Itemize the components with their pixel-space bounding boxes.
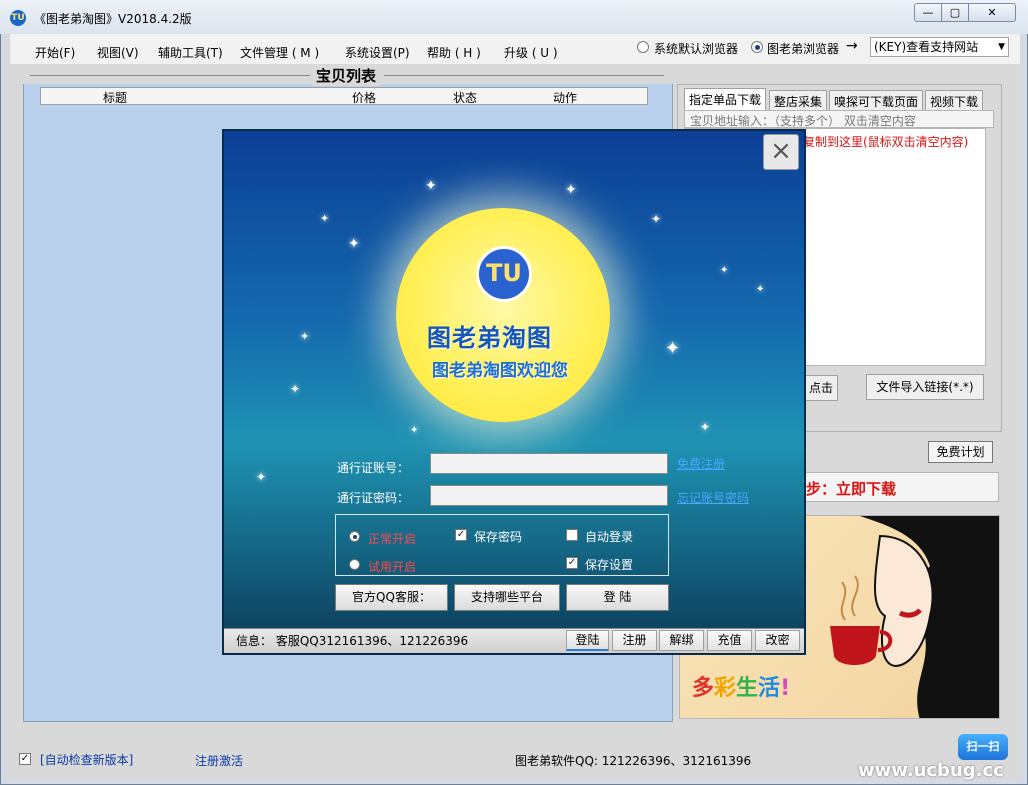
star-icon: ✦ (348, 236, 360, 252)
account-label: 通行证账号： (337, 461, 410, 475)
save-settings-checkbox[interactable]: ✓ (566, 557, 578, 569)
tab-sniff-pages[interactable]: 嗅探可下载页面 (829, 90, 924, 110)
password-input[interactable] (430, 485, 668, 506)
save-password-label: 保存密码 (474, 530, 523, 544)
register-activate-link[interactable]: 注册激活 (195, 752, 243, 769)
star-icon: ✦ (756, 284, 765, 295)
star-icon: ✦ (256, 470, 267, 484)
password-label: 通行证密码： (337, 491, 410, 505)
qq-contact-info: 图老弟软件QQ: 121226396、312161396 (515, 754, 752, 768)
supported-sites-value: (KEY)查看支持网站 (874, 40, 979, 54)
login-button[interactable]: 登 陆 (566, 584, 669, 611)
default-browser-radio[interactable] (637, 41, 649, 53)
auto-login-checkbox[interactable] (566, 529, 578, 541)
account-input[interactable] (430, 453, 668, 474)
forgot-password-link[interactable]: 忘记账号密码 (677, 489, 749, 506)
star-icon: ✦ (320, 212, 330, 225)
menu-settings[interactable]: 系统设置(P) (345, 44, 410, 61)
import-links-button[interactable]: 文件导入链接(*.*) (866, 374, 984, 400)
column-header-price[interactable]: 价格 (352, 89, 376, 106)
star-icon: ✦ (665, 338, 681, 359)
column-header-title[interactable]: 标题 (103, 89, 127, 106)
menu-start[interactable]: 开始(F) (35, 44, 75, 61)
arrow-right-icon: → (846, 38, 858, 54)
save-settings-label: 保存设置 (585, 558, 634, 572)
star-icon: ✦ (300, 330, 310, 343)
tab-shop-collect[interactable]: 整店采集 (769, 90, 828, 110)
normal-mode-label: 正常开启 (368, 532, 417, 546)
auto-login-label: 自动登录 (585, 530, 634, 544)
tab-video-download[interactable]: 视频下载 (925, 90, 984, 110)
normal-mode-radio[interactable] (349, 531, 360, 542)
free-plan-button[interactable]: 免费计划 (928, 441, 993, 463)
star-icon: ✦ (425, 178, 437, 194)
star-icon: ✦ (651, 212, 662, 226)
url-hint-text: 复制到这里(鼠标双击清空内容) (803, 135, 969, 149)
menu-file-manage[interactable]: 文件管理 ( M ) (240, 44, 319, 61)
status-change-password-tab[interactable]: 改密 (755, 630, 800, 651)
tab-single-item-download[interactable]: 指定单品下载 (684, 88, 767, 110)
item-list-header: 标题 价格 状态 动作 (40, 87, 648, 105)
column-header-action[interactable]: 动作 (553, 89, 577, 106)
window-title: 《图老弟淘图》V2018.4.2版 (34, 12, 192, 26)
scan-qr-button[interactable]: 扫一扫 (958, 734, 1008, 760)
minimize-button[interactable]: — (914, 3, 942, 22)
trial-mode-radio[interactable] (349, 559, 360, 570)
star-icon: ✦ (720, 265, 729, 276)
welcome-text: 图老弟淘图欢迎您 (432, 361, 568, 381)
item-list-title: 宝贝列表 (312, 65, 381, 86)
download-now-step[interactable]: 步：立即下载 (800, 472, 999, 502)
site-watermark: www.ucbug.cc (858, 760, 1004, 781)
star-icon: ✦ (410, 425, 419, 436)
auto-check-label[interactable]: [自动检查新版本] (40, 751, 133, 768)
menu-view[interactable]: 视图(V) (97, 44, 139, 61)
ad-slogan: 多彩生活! (692, 676, 791, 701)
moon-graphic (396, 208, 610, 422)
free-register-link[interactable]: 免费注册 (677, 455, 725, 472)
close-icon: × (770, 136, 792, 166)
menu-help[interactable]: 帮助 ( H ) (427, 44, 481, 61)
dialog-status-info: 信息： 客服QQ312161396、121226396 (236, 634, 469, 648)
close-dialog-button[interactable]: × (763, 134, 799, 170)
star-icon: ✦ (565, 182, 577, 198)
chevron-down-icon: ▼ (998, 42, 1005, 52)
star-icon: ✦ (290, 382, 301, 396)
default-browser-label: 系统默认浏览器 (654, 42, 739, 56)
logo-text: 图老弟淘图 (427, 324, 552, 352)
supported-platforms-button[interactable]: 支持哪些平台 (454, 584, 560, 611)
trial-mode-label: 试用开启 (368, 560, 417, 574)
maximize-button[interactable]: ▢ (941, 3, 969, 22)
url-input-label: 宝贝地址输入：（支持多个） 双击清空内容 (684, 110, 994, 128)
close-window-button[interactable]: ✕ (968, 3, 1016, 22)
status-register-tab[interactable]: 注册 (612, 630, 657, 651)
menu-tools[interactable]: 辅助工具(T) (158, 44, 223, 61)
status-login-tab[interactable]: 登陆 (566, 630, 609, 651)
status-recharge-tab[interactable]: 充值 (707, 630, 752, 651)
star-icon: ✦ (700, 420, 711, 434)
qq-service-button[interactable]: 官方QQ客服： (335, 584, 448, 611)
app-logo-icon: TU (10, 10, 26, 26)
auto-check-checkbox[interactable]: ✓ (19, 753, 31, 765)
supported-sites-select[interactable]: (KEY)查看支持网站 ▼ (870, 37, 1009, 57)
save-password-checkbox[interactable]: ✓ (455, 529, 467, 541)
tlds-browser-label: 图老弟浏览器 (767, 42, 840, 56)
column-header-status[interactable]: 状态 (453, 89, 477, 106)
menu-upgrade[interactable]: 升级 ( U ) (504, 44, 558, 61)
tlds-browser-radio[interactable] (751, 41, 763, 53)
app-logo: TU (476, 246, 532, 302)
status-unbind-tab[interactable]: 解绑 (659, 630, 704, 651)
